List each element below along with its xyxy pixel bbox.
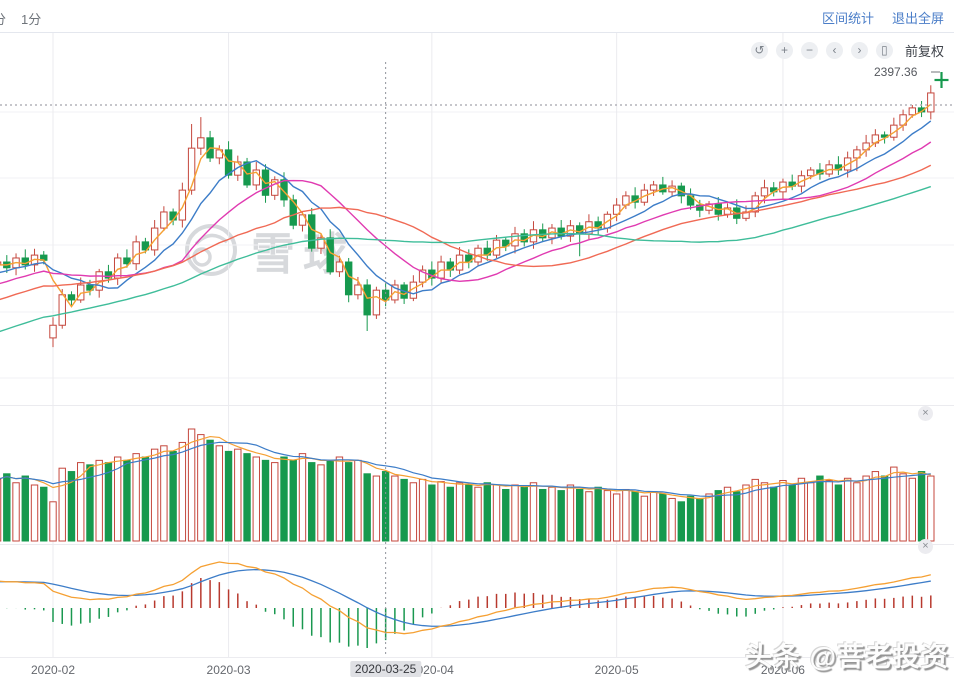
volume-panel-close-icon[interactable]: × bbox=[918, 406, 933, 421]
pan-left-icon[interactable]: ‹ bbox=[826, 42, 843, 59]
x-axis-label: 2020-03 bbox=[207, 663, 251, 677]
top-bar: 分 1分 区间统计 退出全屏 bbox=[0, 0, 954, 33]
top-links: 区间统计 退出全屏 bbox=[822, 8, 944, 27]
adjust-mode-selector[interactable]: 前复权 bbox=[905, 41, 944, 60]
tab-period-1min[interactable]: 1分 bbox=[21, 9, 41, 28]
x-axis-label: 2020-02 bbox=[31, 663, 75, 677]
chart-toolbar: ↺ + − ‹ › ▯ 前复权 bbox=[751, 41, 944, 60]
pan-right-icon[interactable]: › bbox=[851, 42, 868, 59]
exit-fullscreen-link[interactable]: 退出全屏 bbox=[892, 8, 944, 27]
macd-lines bbox=[0, 562, 931, 634]
period-tabs: 分 1分 bbox=[0, 9, 41, 28]
macd-panel-close-icon[interactable]: × bbox=[918, 539, 933, 554]
last-price-label: 2397.36 bbox=[874, 65, 917, 79]
undo-icon[interactable]: ↺ bbox=[751, 42, 768, 59]
x-axis-label: 2020-05 bbox=[595, 663, 639, 677]
zoom-out-icon[interactable]: − bbox=[801, 42, 818, 59]
zoom-in-icon[interactable]: + bbox=[776, 42, 793, 59]
toutiao-watermark: 头条 @菩老投资 bbox=[745, 635, 949, 674]
candles bbox=[0, 85, 934, 347]
tab-period-min[interactable]: 分 bbox=[0, 9, 6, 28]
kline-chart-canvas[interactable] bbox=[0, 0, 954, 684]
phone-icon[interactable]: ▯ bbox=[876, 42, 893, 59]
crosshair-date-label: 2020-03-25 bbox=[350, 661, 421, 677]
range-stats-link[interactable]: 区间统计 bbox=[822, 8, 874, 27]
gridlines bbox=[0, 33, 954, 657]
overlays bbox=[0, 62, 954, 657]
price-ma-lines bbox=[0, 104, 931, 332]
